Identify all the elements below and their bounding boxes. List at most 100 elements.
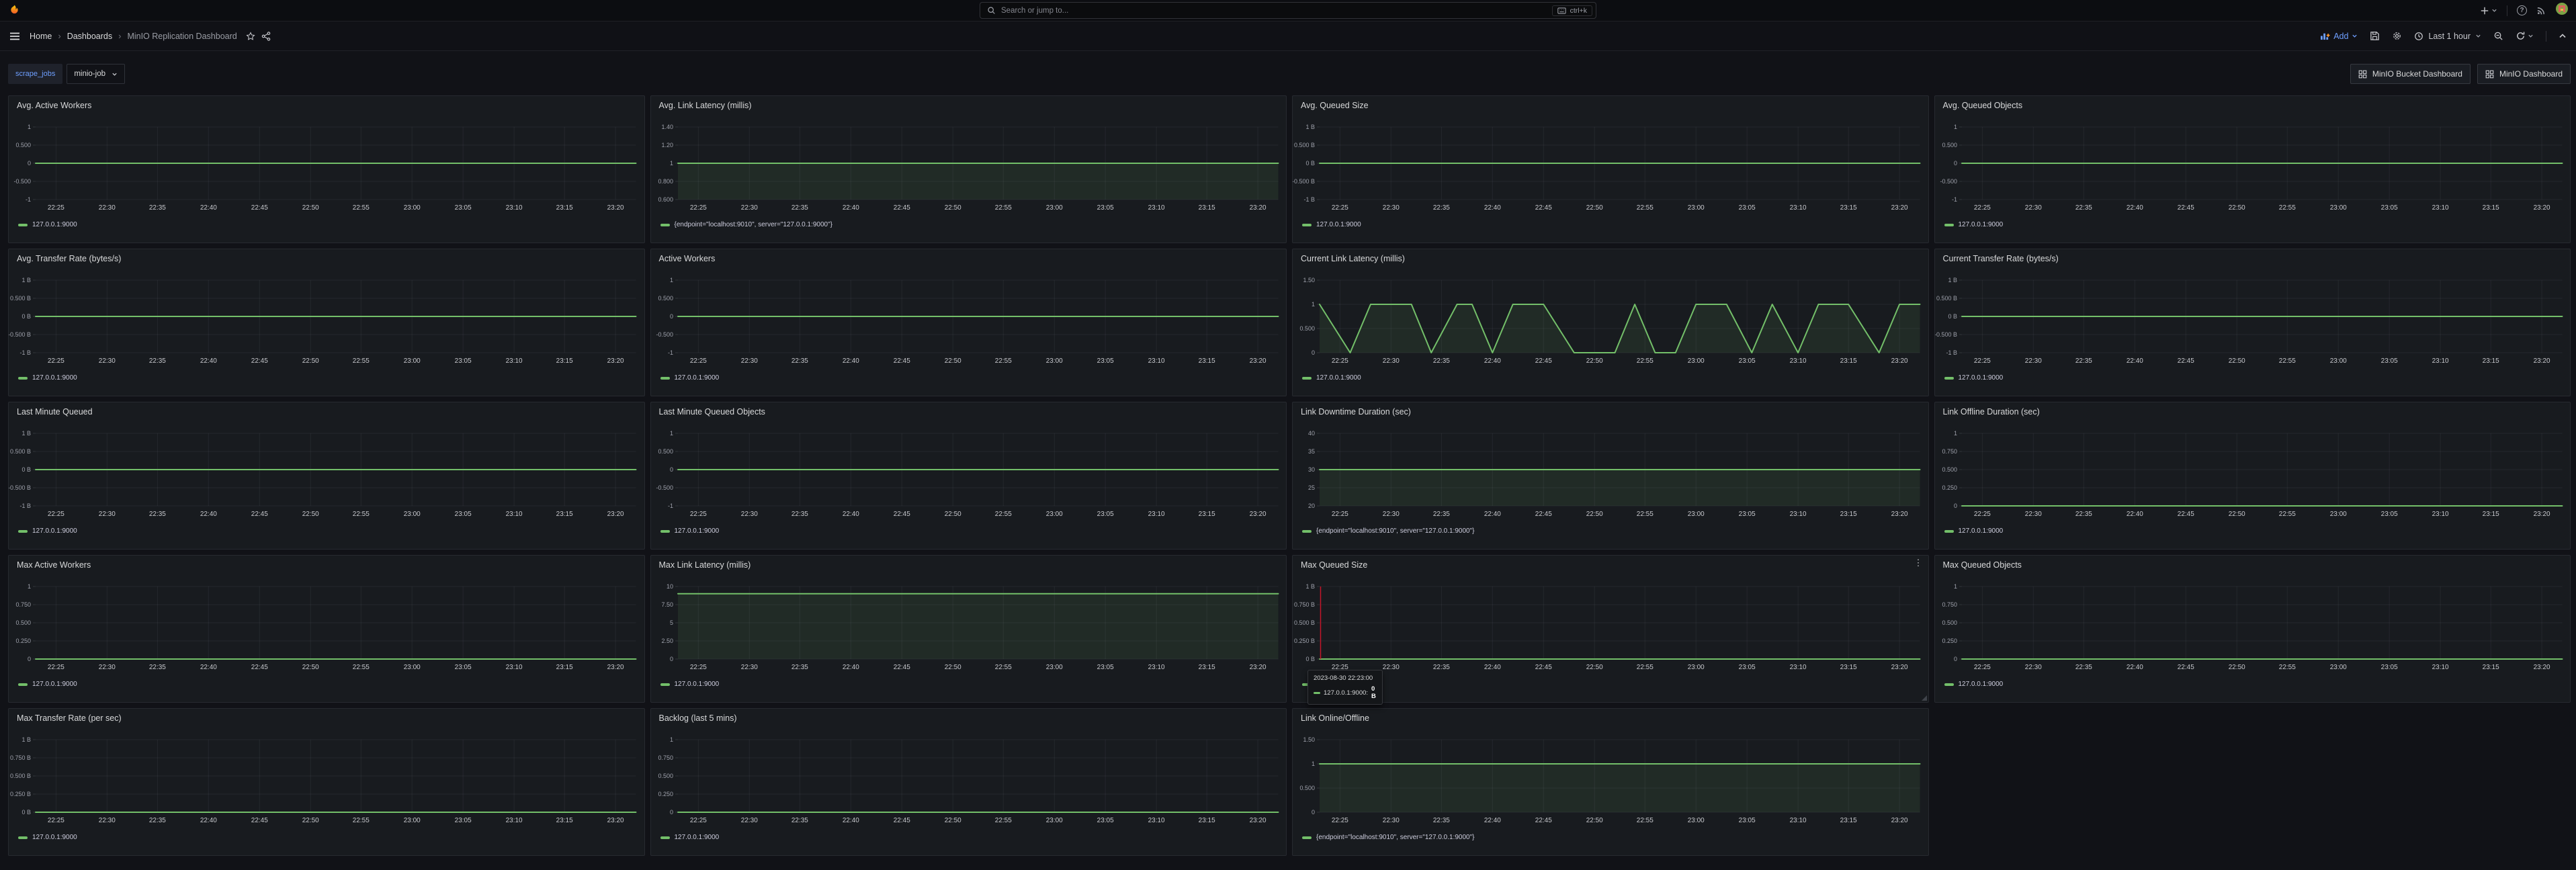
legend-series-label[interactable]: 127.0.0.1:9000 — [675, 527, 720, 535]
legend-series-label[interactable]: {endpoint="localhost:9010", server="127.… — [675, 221, 833, 228]
link-minio-bucket-dashboard[interactable]: MinIO Bucket Dashboard — [2350, 64, 2471, 84]
x-axis-tick-label: 23:10 — [1790, 511, 1807, 518]
legend-series-label[interactable]: 127.0.0.1:9000 — [32, 221, 77, 228]
panel-chart[interactable]: 10.7500.5000.250022:2522:3022:3522:4022:… — [1935, 573, 2571, 674]
y-axis-tick-label: 0.250 — [1942, 484, 1957, 491]
panel-resize-handle[interactable] — [1922, 695, 1927, 701]
y-axis-tick-label: 0.500 — [16, 619, 31, 626]
panel-chart[interactable]: 1 B0.500 B0 B-0.500 B-1 B22:2522:3022:35… — [1935, 267, 2571, 367]
panel-chart[interactable]: 1 B0.500 B0 B-0.500 B-1 B22:2522:3022:35… — [1293, 114, 1928, 214]
help-icon[interactable]: ? — [2517, 5, 2527, 15]
legend-series-color[interactable] — [18, 836, 28, 839]
news-icon[interactable] — [2536, 5, 2546, 15]
legend-series-label[interactable]: 127.0.0.1:9000 — [1316, 221, 1361, 228]
x-axis-tick-label: 22:35 — [1433, 357, 1450, 365]
panel-chart[interactable]: 10.7500.5000.250022:2522:3022:3522:4022:… — [651, 726, 1287, 827]
panel-legend: 127.0.0.1:9000 — [1293, 221, 1928, 228]
panel-chart[interactable]: 1 B0.750 B0.500 B0.250 B0 B22:2522:3022:… — [1293, 573, 1928, 674]
legend-series-color[interactable] — [1302, 530, 1312, 533]
legend-series-label[interactable]: 127.0.0.1:9000 — [1959, 681, 2004, 688]
grafana-logo[interactable] — [8, 4, 21, 17]
link-minio-dashboard[interactable]: MinIO Dashboard — [2477, 64, 2571, 84]
y-axis-tick-label: 0.250 — [658, 791, 673, 797]
panel-chart[interactable]: 1.5010.500022:2522:3022:3522:4022:4522:5… — [1293, 267, 1928, 367]
legend-series-color[interactable] — [660, 836, 670, 839]
toolbar-actions: Add Last 1 hour — [2320, 31, 2567, 42]
panel-chart[interactable]: 10.7500.5000.250022:2522:3022:3522:4022:… — [1935, 420, 2571, 521]
panel-chart[interactable]: 10.7500.5000.250022:2522:3022:3522:4022:… — [9, 573, 644, 674]
legend-series-label[interactable]: 127.0.0.1:9000 — [1959, 527, 2004, 535]
breadcrumb-home[interactable]: Home — [30, 32, 52, 41]
panel-menu-button[interactable]: ⋮ — [1914, 558, 1923, 568]
panel-chart[interactable]: 107.5052.50022:2522:3022:3522:4022:4522:… — [651, 573, 1287, 674]
search-input[interactable]: Search or jump to... ctrl+k — [980, 2, 1596, 19]
panel-chart[interactable]: 10.5000-0.500-122:2522:3022:3522:4022:45… — [651, 267, 1287, 367]
refresh-button[interactable] — [2516, 31, 2534, 41]
legend-series-label[interactable]: {endpoint="localhost:9010", server="127.… — [1316, 527, 1475, 535]
panel-chart[interactable]: 403530252022:2522:3022:3522:4022:4522:50… — [1293, 420, 1928, 521]
x-axis-tick-label: 23:05 — [1739, 204, 1756, 212]
user-avatar[interactable] — [2556, 3, 2568, 18]
variable-value-dropdown[interactable]: minio-job — [67, 64, 125, 84]
add-panel-button[interactable]: Add — [2320, 32, 2358, 41]
legend-series-color[interactable] — [1302, 836, 1312, 839]
x-axis-tick-label: 23:05 — [1097, 664, 1113, 671]
legend-series-color[interactable] — [660, 530, 670, 533]
legend-series-color[interactable] — [18, 377, 28, 380]
legend-series-color[interactable] — [18, 224, 28, 226]
time-range-picker[interactable]: Last 1 hour — [2414, 32, 2481, 41]
dashboard-settings-button[interactable] — [2392, 31, 2402, 41]
x-axis-tick-label: 22:30 — [2024, 511, 2041, 518]
legend-series-color[interactable] — [1944, 377, 1954, 380]
legend-series-label[interactable]: 127.0.0.1:9000 — [32, 527, 77, 535]
x-axis-tick-label: 23:00 — [404, 204, 421, 212]
legend-series-label[interactable]: 127.0.0.1:9000 — [675, 834, 720, 841]
y-axis-tick-label: 1 B — [1948, 277, 1957, 284]
menu-button[interactable] — [9, 32, 20, 41]
x-axis-tick-label: 22:40 — [1484, 357, 1501, 365]
save-dashboard-button[interactable] — [2370, 31, 2380, 41]
y-axis-tick-label: -1 — [667, 503, 673, 509]
legend-series-label[interactable]: 127.0.0.1:9000 — [32, 834, 77, 841]
panel-chart[interactable]: 1 B0.500 B0 B-0.500 B-1 B22:2522:3022:35… — [9, 420, 644, 521]
collapse-toolbar-button[interactable] — [2559, 33, 2567, 39]
panel-chart[interactable]: 10.5000-0.500-122:2522:3022:3522:4022:45… — [9, 114, 644, 214]
y-axis-tick-label: 0.500 B — [1294, 619, 1315, 626]
legend-series-color[interactable] — [1944, 530, 1954, 533]
panel-max-queued-objects: Max Queued Objects10.7500.5000.250022:25… — [1934, 555, 2571, 703]
panel-chart[interactable]: 1 B0.500 B0 B-0.500 B-1 B22:2522:3022:35… — [9, 267, 644, 367]
panel-title: Max Link Latency (millis) — [651, 556, 1287, 573]
legend-series-color[interactable] — [1302, 224, 1312, 226]
x-axis-tick-label: 23:20 — [1249, 357, 1266, 365]
x-axis-tick-label: 23:15 — [2482, 204, 2499, 212]
legend-series-label[interactable]: 127.0.0.1:9000 — [32, 681, 77, 688]
x-axis-tick-label: 22:55 — [2278, 664, 2295, 671]
x-axis-tick-label: 23:05 — [2380, 204, 2397, 212]
panel-chart[interactable]: 1 B0.750 B0.500 B0.250 B0 B22:2522:3022:… — [9, 726, 644, 827]
legend-series-color[interactable] — [660, 224, 670, 226]
legend-series-label[interactable]: {endpoint="localhost:9010", server="127.… — [1316, 834, 1475, 841]
legend-series-color[interactable] — [1944, 224, 1954, 226]
panel-chart[interactable]: 10.5000-0.500-122:2522:3022:3522:4022:45… — [1935, 114, 2571, 214]
legend-series-color[interactable] — [1302, 377, 1312, 380]
zoom-out-time-button[interactable] — [2493, 31, 2503, 41]
legend-series-label[interactable]: 127.0.0.1:9000 — [675, 374, 720, 382]
breadcrumb-dashboards[interactable]: Dashboards — [67, 32, 112, 41]
legend-series-label[interactable]: 127.0.0.1:9000 — [1959, 374, 2004, 382]
legend-series-label[interactable]: 127.0.0.1:9000 — [32, 374, 77, 382]
favorite-star-button[interactable] — [246, 32, 255, 41]
legend-series-label[interactable]: 127.0.0.1:9000 — [1959, 221, 2004, 228]
legend-series-color[interactable] — [18, 530, 28, 533]
legend-series-color[interactable] — [1944, 683, 1954, 686]
legend-series-color[interactable] — [660, 683, 670, 686]
panel-chart[interactable]: 10.5000-0.500-122:2522:3022:3522:4022:45… — [651, 420, 1287, 521]
legend-series-color[interactable] — [18, 683, 28, 686]
panel-chart[interactable]: 1.401.2010.8000.60022:2522:3022:3522:402… — [651, 114, 1287, 214]
chevron-down-icon — [2475, 33, 2481, 39]
share-button[interactable] — [261, 32, 271, 41]
legend-series-label[interactable]: 127.0.0.1:9000 — [1316, 374, 1361, 382]
legend-series-color[interactable] — [660, 377, 670, 380]
legend-series-label[interactable]: 127.0.0.1:9000 — [675, 681, 720, 688]
panel-chart[interactable]: 1.5010.500022:2522:3022:3522:4022:4522:5… — [1293, 726, 1928, 827]
new-button[interactable] — [2480, 6, 2497, 15]
